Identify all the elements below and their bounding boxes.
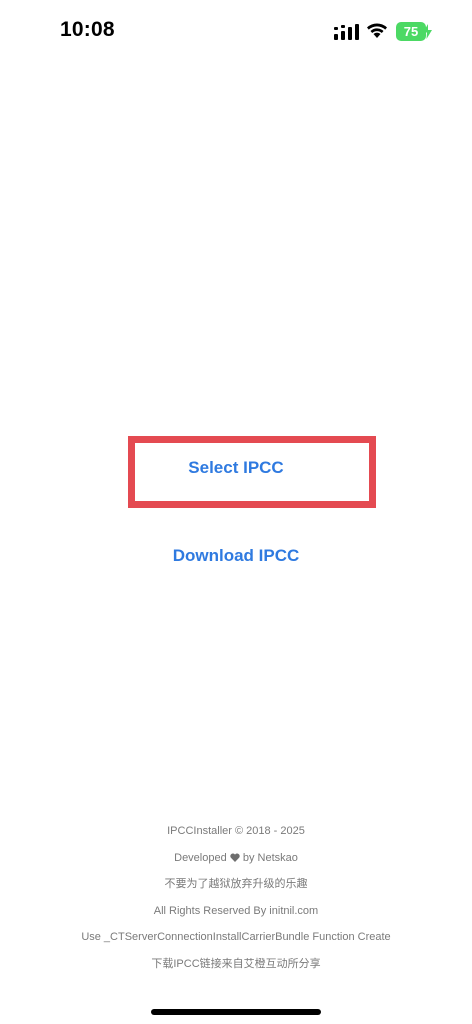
rights-text: All Rights Reserved By initnil.com xyxy=(153,904,319,917)
copyright-text: IPCCInstaller © 2018 - 2025 xyxy=(167,825,305,837)
developed-suffix: by Netskao xyxy=(242,851,298,864)
download-source-text: 下载IPCC链接来自艾橙互动所分享 xyxy=(151,957,321,970)
heart-icon xyxy=(230,853,240,862)
wifi-icon xyxy=(367,23,387,38)
slogan-text: 不要为了越狱放弃升级的乐趣 xyxy=(164,878,308,890)
signal-icon xyxy=(334,24,359,40)
developed-prefix: Developed xyxy=(174,851,227,864)
developed-by-line: Developed by Netskao xyxy=(0,847,472,874)
footer: IPCCInstaller © 2018 - 2025 Developed by… xyxy=(0,820,472,979)
battery-icon: 75 xyxy=(396,22,432,41)
function-note-text: Use _CTServerConnectionInstallCarrierBun… xyxy=(81,931,391,943)
home-indicator[interactable] xyxy=(151,1009,321,1015)
status-bar: 10:08 75 xyxy=(0,0,472,64)
download-ipcc-button[interactable]: Download IPCC xyxy=(136,536,336,576)
select-ipcc-button[interactable]: Select IPCC xyxy=(128,436,344,500)
battery-level: 75 xyxy=(396,22,426,41)
charging-bolt-icon xyxy=(423,24,432,39)
status-time: 10:08 xyxy=(60,18,115,41)
